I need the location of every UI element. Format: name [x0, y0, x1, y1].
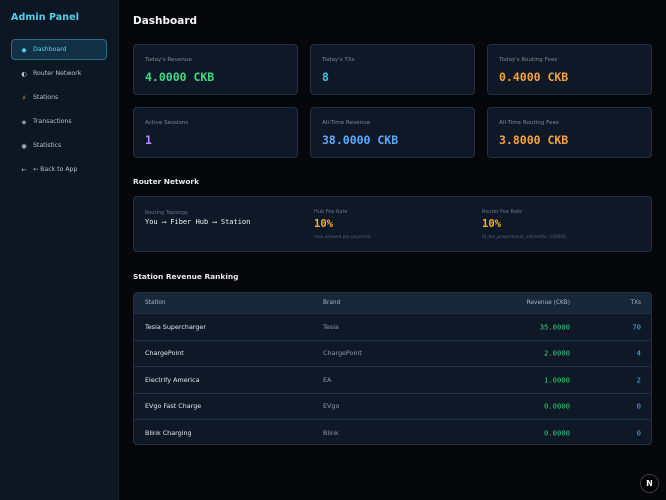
station-txs: 0: [636, 428, 641, 438]
station-brand: ChargePoint: [323, 349, 362, 358]
back-to-app-label: ← Back to App: [33, 166, 78, 173]
table-row: Tesla Supercharger Tesla 35.0000 70: [134, 313, 651, 340]
arrow-left-icon: ←: [21, 165, 27, 174]
ranking-heading: Station Revenue Ranking: [133, 272, 239, 281]
stat-card-value: 38.0000 CKB: [322, 133, 399, 147]
back-to-app-link[interactable]: ← ← Back to App: [11, 159, 107, 180]
brand-title: Admin Panel: [11, 12, 80, 23]
sidebar-item-label: Transactions: [33, 118, 72, 125]
stat-card-value: 1: [145, 133, 152, 147]
stat-card-label: Today's Revenue: [145, 57, 192, 63]
router-network-panel: Routing Topology You ⟶ Fiber Hub ⟶ Stati…: [133, 196, 652, 252]
station-brand: Tesla: [323, 322, 339, 331]
sidebar-item-label: Dashboard: [33, 46, 67, 53]
page-title: Dashboard: [133, 15, 198, 27]
station-name: Electrify America: [145, 375, 200, 384]
station-brand: EA: [323, 375, 332, 384]
router-network-heading: Router Network: [133, 177, 199, 186]
stat-card-todays-revenue: Today's Revenue 4.0000 CKB: [133, 44, 298, 95]
station-revenue: 0.0000: [544, 401, 570, 411]
station-txs: 2: [636, 375, 641, 385]
stat-card-label: Today's Routing Fees: [499, 57, 558, 63]
sidebar: Admin Panel ◆ Dashboard ◐ Router Network…: [0, 0, 119, 500]
table-header: Station Brand Revenue (CKB) TXs: [134, 293, 651, 313]
table-row: Electrify America EA 1.0000 2: [134, 366, 651, 393]
stat-card-value: 3.8000 CKB: [499, 133, 569, 147]
station-name: ChargePoint: [145, 349, 184, 358]
sidebar-item-label: Statistics: [33, 142, 62, 149]
header-station: Station: [145, 300, 166, 306]
stat-card-value: 8: [322, 70, 329, 84]
sidebar-item-statistics[interactable]: ◉ Statistics: [11, 135, 107, 156]
topology-label: Routing Topology: [145, 210, 188, 216]
stat-card-todays-routing-fees: Today's Routing Fees 0.4000 CKB: [487, 44, 652, 95]
station-name: Blink Charging: [145, 428, 192, 437]
next-dev-indicator-button[interactable]: N: [640, 474, 659, 493]
sidebar-item-dashboard[interactable]: ◆ Dashboard: [11, 39, 107, 60]
station-txs: 4: [636, 348, 641, 358]
table-row: EVgo Fast Charge EVgo 0.0000 0: [134, 392, 651, 420]
sidebar-item-label: Router Network: [33, 70, 82, 77]
topology-value: You ⟶ Fiber Hub ⟶ Station: [145, 218, 251, 226]
transactions-icon: ◈: [21, 117, 27, 126]
stat-card-label: All-Time Revenue: [322, 120, 371, 126]
router-fee-note: fd_fee_proportional_millionths: 100000: [482, 235, 566, 240]
dashboard-icon: ◆: [21, 45, 27, 54]
main-content: Dashboard Today's Revenue 4.0000 CKB Tod…: [119, 0, 666, 500]
stat-card-label: All-Time Routing Fees: [499, 120, 559, 126]
header-txs: TXs: [630, 300, 641, 306]
sidebar-nav: ◆ Dashboard ◐ Router Network ⚡ Stations …: [11, 39, 107, 183]
station-revenue: 1.0000: [544, 375, 570, 385]
table-row: Blink Charging Blink 0.0000 0: [134, 419, 651, 444]
statistics-icon: ◉: [21, 141, 27, 150]
stat-card-label: Today's TXs: [322, 57, 355, 63]
station-txs: 70: [632, 322, 641, 332]
stat-card-todays-txs: Today's TXs 8: [310, 44, 475, 95]
router-network-icon: ◐: [21, 69, 27, 78]
stat-card-value: 0.4000 CKB: [499, 70, 569, 84]
stat-card-label: Active Sessions: [145, 120, 189, 126]
station-revenue: 0.0000: [544, 428, 570, 438]
header-brand: Brand: [323, 300, 341, 306]
router-fee-label: Router Fee Rate: [482, 209, 522, 215]
stat-card-all-time-routing-fees: All-Time Routing Fees 3.8000 CKB: [487, 107, 652, 158]
sidebar-item-stations[interactable]: ⚡ Stations: [11, 87, 107, 108]
station-revenue: 2.0000: [544, 348, 570, 358]
router-fee-value: 10%: [482, 218, 501, 230]
header-revenue: Revenue (CKB): [526, 300, 570, 306]
lightning-icon: ⚡: [21, 93, 27, 102]
hub-fee-label: Hub Fee Rate: [314, 209, 348, 215]
hub-fee-value: 10%: [314, 218, 333, 230]
station-name: EVgo Fast Charge: [145, 402, 202, 411]
sidebar-item-transactions[interactable]: ◈ Transactions: [11, 111, 107, 132]
table-row: ChargePoint ChargePoint 2.0000 4: [134, 339, 651, 367]
station-revenue: 35.0000: [539, 322, 570, 332]
station-brand: Blink: [323, 428, 339, 437]
stat-card-all-time-revenue: All-Time Revenue 38.0000 CKB: [310, 107, 475, 158]
sidebar-item-router-network[interactable]: ◐ Router Network: [11, 63, 107, 84]
station-ranking-table: Station Brand Revenue (CKB) TXs Tesla Su…: [133, 292, 652, 445]
stat-card-value: 4.0000 CKB: [145, 70, 215, 84]
station-brand: EVgo: [323, 402, 340, 411]
station-name: Tesla Supercharger: [145, 322, 206, 331]
sidebar-item-label: Stations: [33, 94, 59, 101]
hub-fee-note: max allowed per payment: [314, 235, 371, 240]
stat-card-active-sessions: Active Sessions 1: [133, 107, 298, 158]
station-txs: 0: [636, 401, 641, 411]
